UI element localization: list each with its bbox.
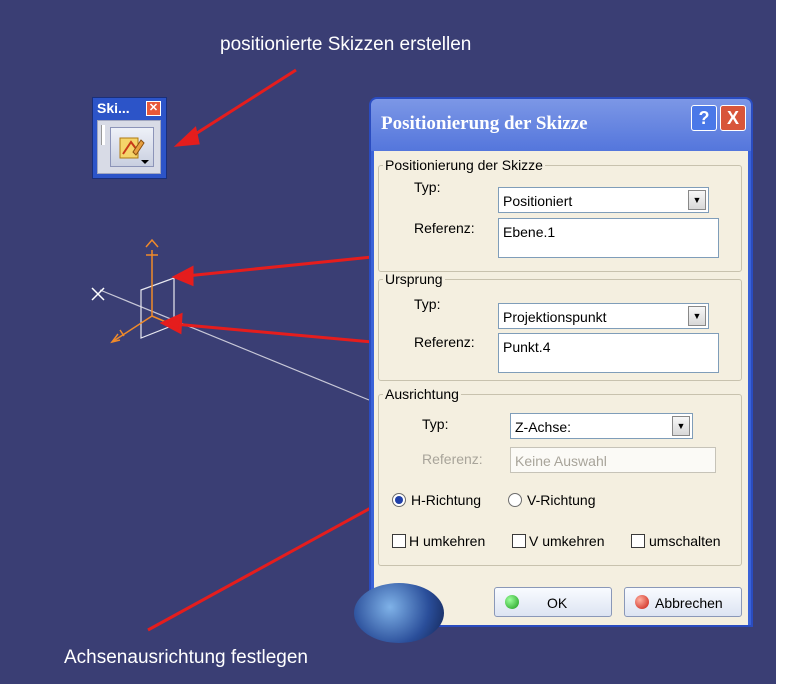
orientation-type-value: Z-Achse: [515,419,572,435]
workspace-background: positionierte Skizzen erstellen Achsenau… [0,0,776,684]
switch-label: umschalten [649,533,721,549]
toolbar-body [97,120,161,174]
dialog-body: Positionierung der Skizze Typ: Positioni… [354,151,748,643]
v-direction-radio[interactable] [508,493,522,507]
origin-type-select[interactable]: Projektionspunkt ▼ [498,303,709,329]
sketcher-toolbar: Ski... ✕ [92,97,167,179]
invert-v-label: V umkehren [529,533,605,549]
positioned-sketch-button[interactable] [110,127,154,167]
invert-h-label: H umkehren [409,533,486,549]
page-margin [776,0,793,684]
positioning-type-label: Typ: [414,179,441,195]
orientation-type-label: Typ: [422,416,449,432]
switch-checkbox[interactable] [631,534,645,548]
positioning-ref-field[interactable]: Ebene.1 [498,218,719,258]
positioning-type-select[interactable]: Positioniert ▼ [498,187,709,213]
help-button[interactable]: ? [691,105,717,131]
positioning-ref-value: Ebene.1 [503,224,556,240]
h-direction-radio[interactable] [392,493,406,507]
h-direction-label: H-Richtung [411,492,482,508]
planet-decoration [354,583,444,643]
ok-icon [505,595,519,609]
group-orientation-legend: Ausrichtung [385,386,459,402]
origin-type-label: Typ: [414,296,441,312]
orientation-ref-placeholder: Keine Auswahl [515,453,607,469]
orientation-ref-field: Keine Auswahl [510,447,716,473]
caption-create-positioned-sketch: positionierte Skizzen erstellen [220,34,472,55]
reference-line [99,289,370,401]
close-icon: X [726,108,739,128]
origin-ref-value: Punkt.4 [503,339,551,355]
chevron-down-icon[interactable]: ▼ [688,306,706,326]
invert-h-checkbox[interactable] [392,534,406,548]
cancel-label: Abbrechen [655,595,723,611]
axis-system [110,238,167,344]
sketch-positioning-dialog: Positionierung der Skizze ? X Positionie… [354,97,753,643]
chevron-down-icon[interactable]: ▼ [688,190,706,210]
toolbar-title: Ski... [97,100,130,116]
group-positioning-legend: Positionierung der Skizze [385,157,543,173]
cancel-button[interactable]: Abbrechen [624,587,742,617]
caption-set-axis-orientation: Achsenausrichtung festlegen [64,647,308,668]
chevron-down-icon[interactable]: ▼ [672,416,690,436]
ok-label: OK [547,595,568,611]
positioning-ref-label: Referenz: [414,220,475,236]
orientation-type-select[interactable]: Z-Achse: ▼ [510,413,693,439]
v-direction-label: V-Richtung [527,492,596,508]
invert-v-checkbox[interactable] [512,534,526,548]
origin-type-value: Projektionspunkt [503,309,607,325]
sketch-plane [140,277,175,339]
ok-button[interactable]: OK [494,587,612,617]
close-button[interactable]: X [720,105,746,131]
positioning-type-value: Positioniert [503,193,573,209]
close-icon[interactable]: ✕ [146,101,161,116]
cancel-icon [635,595,649,609]
origin-ref-label: Referenz: [414,334,475,350]
positioned-sketch-icon [119,137,149,164]
dialog-titlebar[interactable]: Positionierung der Skizze ? X [371,99,751,151]
dialog-title: Positionierung der Skizze [381,113,588,134]
group-origin-legend: Ursprung [385,271,443,287]
point-marker [91,287,105,301]
origin-ref-field[interactable]: Punkt.4 [498,333,719,373]
toolbar-grip[interactable] [101,125,105,145]
orientation-ref-label: Referenz: [422,451,483,467]
